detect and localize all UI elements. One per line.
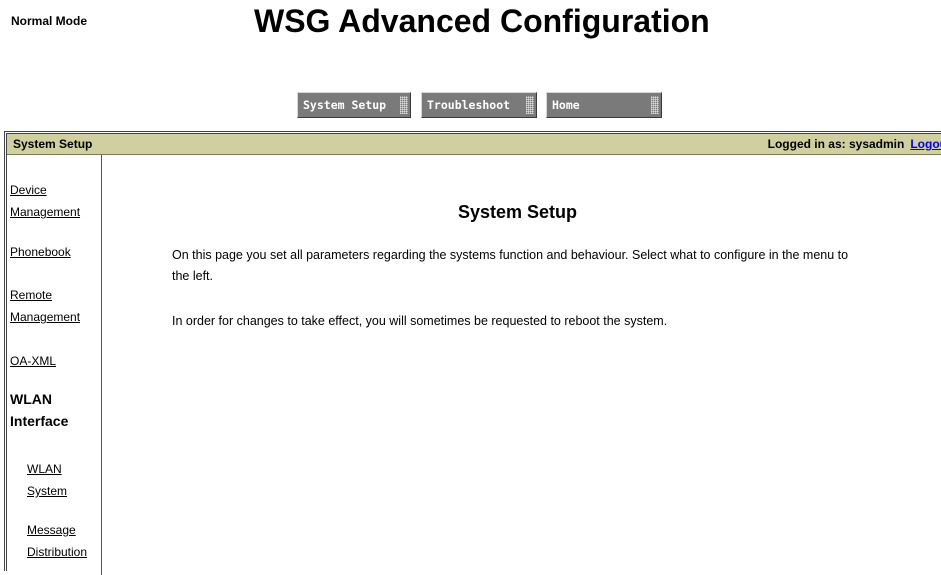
logged-in-label: Logged in as: sysadmin (767, 137, 905, 151)
grip-icon (526, 96, 534, 114)
grip-icon (400, 96, 408, 114)
sidebar-item-label: Device (10, 183, 47, 197)
content-paragraph-intro: On this page you set all parameters rega… (172, 248, 849, 283)
sidebar-section-label: WLAN (10, 391, 52, 407)
sidebar-item-device-management[interactable]: Device Management (10, 179, 80, 223)
grip-icon (651, 96, 659, 114)
page-title: WSG Advanced Configuration (254, 3, 710, 39)
sidebar-section-wlan-interface: WLAN Interface (10, 388, 68, 432)
content-frame (4, 131, 941, 571)
login-status: Logged in as: sysadmin Logou (768, 134, 941, 154)
sidebar-item-label: Remote (10, 288, 53, 302)
system-setup-button[interactable]: System Setup (297, 92, 411, 118)
sidebar-item-label: System (27, 484, 68, 498)
sidebar-item-oa-xml[interactable]: OA-XML (10, 350, 56, 372)
content-title: System Setup (458, 202, 578, 222)
sidebar-item-label: Distribution (27, 545, 88, 559)
sidebar-item-message-distribution[interactable]: Message Distribution (27, 519, 87, 563)
sidebar-item-label: Management (10, 205, 81, 219)
logout-link[interactable]: Logou (910, 137, 941, 151)
sidebar: Device Management Phonebook Remote Manag… (7, 155, 102, 575)
troubleshoot-button[interactable]: Troubleshoot (421, 92, 537, 118)
section-header-bar: System Setup Logged in as: sysadmin Logou (7, 134, 941, 155)
system-setup-button-label: System Setup (303, 98, 387, 112)
sidebar-item-label: WLAN (27, 462, 62, 476)
section-name: System Setup (13, 137, 93, 151)
sidebar-item-wlan-system[interactable]: WLAN System (27, 458, 67, 502)
content-paragraph-reboot: In order for changes to take effect, you… (172, 314, 668, 328)
sidebar-item-phonebook[interactable]: Phonebook (10, 241, 71, 263)
sidebar-item-remote-management[interactable]: Remote Management (10, 284, 80, 328)
sidebar-item-label: Management (10, 310, 81, 324)
home-button[interactable]: Home (546, 92, 662, 118)
sidebar-item-label: Message (27, 523, 76, 537)
troubleshoot-button-label: Troubleshoot (427, 98, 511, 112)
sidebar-section-label: Interface (10, 413, 69, 429)
home-button-label: Home (552, 98, 580, 112)
mode-label: Normal Mode (11, 14, 88, 28)
